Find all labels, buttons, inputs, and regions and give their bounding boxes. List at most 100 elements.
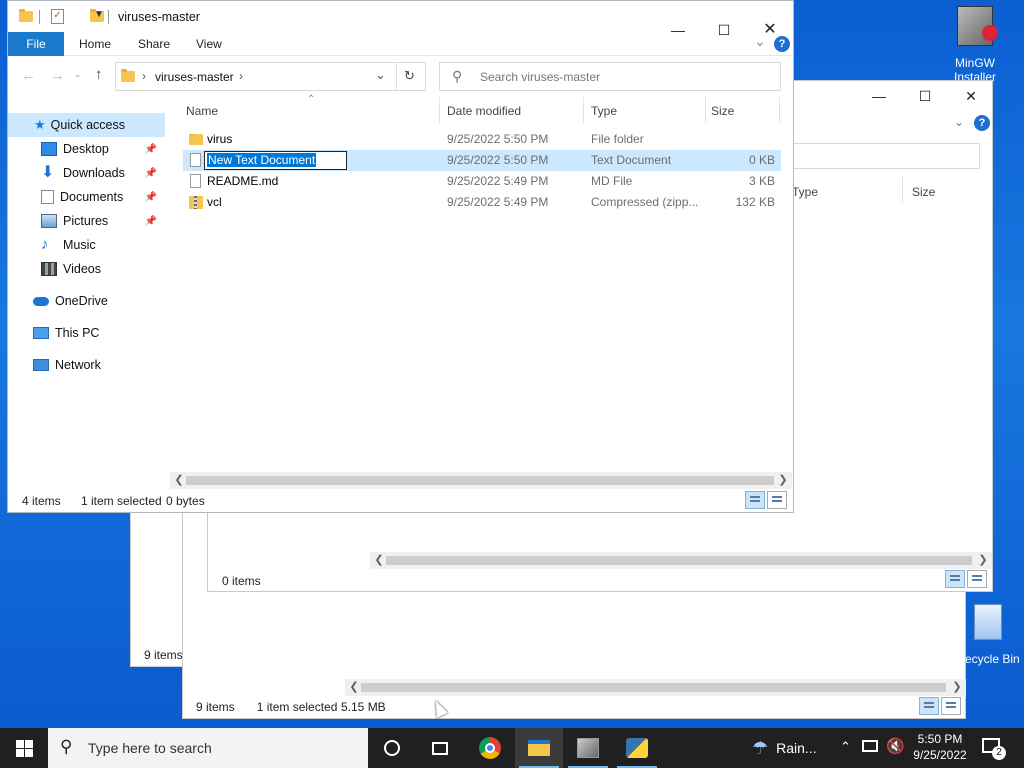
file-row[interactable]: README.md 9/25/2022 5:49 PM MD File 3 KB bbox=[183, 171, 781, 192]
file-type: Compressed (zipp... bbox=[591, 195, 699, 209]
nav-item-videos[interactable]: Videos bbox=[8, 257, 165, 281]
nav-item-documents[interactable]: Documents 📌 bbox=[8, 185, 165, 209]
column-header-size[interactable]: Size bbox=[912, 185, 935, 199]
details-view-icon[interactable] bbox=[745, 491, 765, 509]
taskbar-app-python[interactable] bbox=[613, 728, 661, 768]
horizontal-scrollbar[interactable]: ❮ ❯ bbox=[345, 679, 966, 696]
file-type: File folder bbox=[591, 132, 644, 146]
refresh-icon[interactable]: ↻ bbox=[404, 68, 415, 84]
help-icon[interactable]: ? bbox=[774, 36, 790, 52]
horizontal-scrollbar[interactable]: ❮ ❯ bbox=[170, 472, 792, 489]
taskbar-app-file-explorer[interactable] bbox=[515, 728, 563, 768]
file-row[interactable]: virus 9/25/2022 5:50 PM File folder bbox=[183, 129, 781, 150]
tab-share[interactable]: Share bbox=[138, 37, 170, 51]
details-view-icon[interactable] bbox=[919, 697, 939, 715]
forward-icon[interactable]: → bbox=[50, 67, 65, 84]
nav-item-music[interactable]: ♪ Music bbox=[8, 233, 165, 257]
show-hidden-icons-icon[interactable]: ⌃ bbox=[840, 739, 851, 755]
start-button[interactable] bbox=[0, 728, 48, 768]
file-explorer-window[interactable]: ✓ ▼ viruses-master — ☐ ✕ File Home Share… bbox=[7, 0, 794, 513]
column-header-size[interactable]: Size bbox=[711, 104, 734, 118]
minimize-icon[interactable]: — bbox=[856, 81, 902, 111]
taskbar-app-installer[interactable] bbox=[564, 728, 612, 768]
close-icon[interactable]: ✕ bbox=[948, 81, 994, 111]
clock[interactable]: 5:50 PM 9/25/2022 bbox=[912, 731, 968, 763]
documents-icon bbox=[41, 190, 54, 204]
back-icon[interactable]: ← bbox=[21, 67, 36, 84]
maximize-icon[interactable]: ☐ bbox=[902, 81, 948, 111]
status-selected: 1 item selected bbox=[81, 494, 162, 508]
network-status-icon[interactable] bbox=[862, 740, 878, 752]
task-view-button[interactable] bbox=[416, 728, 464, 768]
properties-icon[interactable]: ✓ bbox=[51, 9, 64, 24]
nav-item-desktop[interactable]: Desktop 📌 bbox=[8, 137, 165, 161]
taskbar-search-box[interactable]: ⚲ Type here to search bbox=[48, 728, 368, 768]
taskbar-app-chrome[interactable] bbox=[466, 728, 514, 768]
file-row-selected[interactable]: New Text Document 9/25/2022 5:50 PM Text… bbox=[183, 150, 781, 171]
rename-input[interactable]: New Text Document bbox=[204, 151, 347, 170]
help-icon[interactable]: ? bbox=[974, 115, 990, 131]
search-input[interactable]: Search viruses-master bbox=[480, 70, 600, 84]
file-row[interactable]: vcl 9/25/2022 5:49 PM Compressed (zipp..… bbox=[183, 192, 781, 213]
details-view-icon[interactable] bbox=[945, 570, 965, 588]
search-box[interactable] bbox=[788, 143, 980, 169]
tab-file[interactable]: File bbox=[8, 32, 64, 56]
nav-item-label: This PC bbox=[55, 326, 100, 340]
divider bbox=[39, 10, 40, 24]
large-icons-view-icon[interactable] bbox=[941, 697, 961, 715]
search-box[interactable]: ⚲ Search viruses-master bbox=[439, 62, 781, 91]
up-icon[interactable]: ↑ bbox=[95, 66, 103, 83]
status-item-count: 0 items bbox=[222, 574, 261, 588]
background-window-left[interactable]: 9 items bbox=[130, 505, 190, 667]
scroll-left-icon[interactable]: ❮ bbox=[172, 473, 186, 487]
tab-view[interactable]: View bbox=[196, 37, 222, 51]
column-header-type[interactable]: Type bbox=[792, 185, 818, 199]
title-bar[interactable]: ✓ ▼ viruses-master — ☐ ✕ bbox=[8, 1, 793, 38]
weather-widget[interactable]: ☂ Rain... bbox=[752, 728, 832, 768]
nav-item-onedrive[interactable]: OneDrive bbox=[8, 289, 165, 313]
scrollbar-thumb[interactable] bbox=[361, 683, 946, 692]
scrollbar-thumb[interactable] bbox=[386, 556, 972, 565]
column-header-date[interactable]: Date modified bbox=[447, 104, 521, 118]
large-icons-view-icon[interactable] bbox=[767, 491, 787, 509]
address-bar[interactable]: › viruses-master › ⌄ ↻ bbox=[115, 62, 426, 91]
nav-item-downloads[interactable]: ⬇ Downloads 📌 bbox=[8, 161, 165, 185]
folder-icon bbox=[121, 69, 135, 82]
taskbar-search-input[interactable]: Type here to search bbox=[88, 740, 212, 756]
horizontal-scrollbar[interactable]: ❮ ❯ bbox=[370, 552, 992, 569]
volume-muted-icon[interactable]: 🔇 bbox=[886, 737, 905, 755]
pin-icon[interactable]: 📌 bbox=[145, 168, 157, 179]
pin-icon[interactable]: 📌 bbox=[145, 216, 157, 227]
scroll-right-icon[interactable]: ❯ bbox=[776, 473, 790, 487]
nav-item-quick-access[interactable]: ★ Quick access bbox=[8, 113, 165, 137]
nav-item-this-pc[interactable]: This PC bbox=[8, 321, 165, 345]
scroll-left-icon[interactable]: ❮ bbox=[372, 553, 386, 567]
breadcrumb[interactable]: viruses-master bbox=[155, 70, 234, 84]
column-header-name[interactable]: Name bbox=[186, 104, 218, 118]
star-icon: ★ bbox=[34, 117, 46, 132]
column-header-type[interactable]: Type bbox=[591, 104, 617, 118]
folder-icon bbox=[19, 9, 33, 22]
cortana-icon bbox=[384, 740, 400, 756]
music-icon: ♪ bbox=[41, 236, 49, 253]
status-item-count: 4 items bbox=[22, 494, 61, 508]
tab-home[interactable]: Home bbox=[79, 37, 111, 51]
cortana-button[interactable] bbox=[368, 728, 416, 768]
chevron-down-icon[interactable]: ⌄ bbox=[754, 33, 766, 50]
chevron-down-icon[interactable]: ⌄ bbox=[954, 115, 964, 129]
desktop-icon-mingw[interactable]: MinGW Installer bbox=[940, 6, 1010, 86]
scroll-right-icon[interactable]: ❯ bbox=[976, 553, 990, 567]
customize-qat-icon[interactable]: ▼ bbox=[94, 9, 104, 20]
scroll-right-icon[interactable]: ❯ bbox=[950, 680, 964, 694]
pin-icon[interactable]: 📌 bbox=[145, 192, 157, 203]
pin-icon[interactable]: 📌 bbox=[145, 144, 157, 155]
view-toggle bbox=[945, 570, 987, 588]
notification-center-button[interactable]: 2 bbox=[978, 736, 1008, 762]
nav-item-pictures[interactable]: Pictures 📌 bbox=[8, 209, 165, 233]
scrollbar-thumb[interactable] bbox=[186, 476, 774, 485]
nav-item-network[interactable]: Network bbox=[8, 353, 165, 377]
large-icons-view-icon[interactable] bbox=[967, 570, 987, 588]
address-dropdown-icon[interactable]: ⌄ bbox=[375, 67, 386, 83]
scroll-left-icon[interactable]: ❮ bbox=[347, 680, 361, 694]
recent-locations-icon[interactable]: ⌄ bbox=[74, 69, 82, 80]
